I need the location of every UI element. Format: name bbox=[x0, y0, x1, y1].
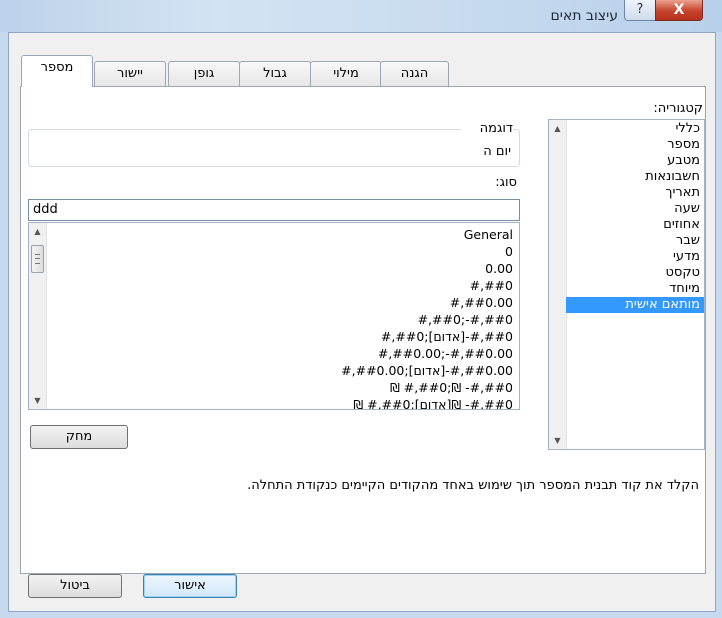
close-button[interactable]: X bbox=[655, 0, 703, 21]
format-item[interactable]: ₪ #,##0;₪ -#,##0 bbox=[46, 379, 519, 396]
category-scrollbar[interactable]: ▲ ▼ bbox=[549, 120, 567, 449]
category-listbox[interactable]: ▲ ▼ כללי מספר מטבע חשבונאות תאריך שעה אחוזים שב… bbox=[548, 119, 705, 450]
tab-border[interactable]: גבול bbox=[239, 61, 311, 86]
category-item[interactable]: חשבונאות bbox=[566, 169, 704, 185]
tab-fill[interactable]: מילוי bbox=[310, 61, 382, 86]
dialog-window: עיצוב תאים ? X מספר יישור גופן גבול מילו… bbox=[0, 0, 722, 618]
tab-protection[interactable]: הגנה bbox=[380, 61, 449, 86]
format-items: General 0 0.00 #,##0 #,##0.00 #,##0;-#,##0 #,#… bbox=[46, 226, 519, 409]
tab-font[interactable]: גופן bbox=[168, 61, 240, 86]
scroll-thumb[interactable] bbox=[31, 245, 44, 273]
delete-button[interactable]: מחק bbox=[30, 425, 128, 449]
category-item[interactable]: טקסט bbox=[566, 265, 704, 281]
ok-button[interactable]: אישור bbox=[143, 574, 237, 598]
type-input-value: ddd bbox=[33, 202, 58, 217]
format-item[interactable]: #,##0;[אדום]-#,##0 bbox=[46, 328, 519, 345]
category-item[interactable]: תאריך bbox=[566, 185, 704, 201]
format-item[interactable]: 0 bbox=[46, 243, 519, 260]
category-item[interactable]: מספר bbox=[566, 137, 704, 153]
category-item[interactable]: אחוזים bbox=[566, 217, 704, 233]
format-item[interactable]: #,##0;-#,##0 bbox=[46, 311, 519, 328]
format-scrollbar[interactable]: ▲ ▼ bbox=[29, 223, 47, 409]
tab-strip: מספר יישור גופן גבול מילוי הגנה bbox=[9, 55, 715, 87]
category-item[interactable]: כללי bbox=[566, 121, 704, 137]
dialog-title: עיצוב תאים bbox=[550, 8, 618, 24]
category-label: קטגוריה: bbox=[653, 101, 703, 116]
category-item[interactable]: מיוחד bbox=[566, 281, 704, 297]
dialog-client-area: מספר יישור גופן גבול מילוי הגנה קטגוריה:… bbox=[8, 32, 716, 612]
scroll-down-icon[interactable]: ▼ bbox=[29, 392, 46, 409]
type-input[interactable]: ddd bbox=[28, 199, 520, 221]
cancel-button[interactable]: ביטול bbox=[28, 574, 122, 598]
sample-value: יום ה bbox=[483, 144, 511, 159]
title-bar[interactable]: עיצוב תאים ? X bbox=[0, 0, 722, 32]
sample-label: דוגמה bbox=[461, 121, 513, 136]
format-item[interactable]: #,##0.00;-#,##0.00 bbox=[46, 345, 519, 362]
category-item[interactable]: מטבע bbox=[566, 153, 704, 169]
format-item[interactable]: General bbox=[46, 226, 519, 243]
type-label: סוג: bbox=[495, 175, 517, 190]
format-item[interactable]: #,##0.00 bbox=[46, 294, 519, 311]
format-item[interactable]: 0.00 bbox=[46, 260, 519, 277]
tab-number[interactable]: מספר bbox=[21, 55, 93, 87]
format-item[interactable]: #,##0.00;[אדום]-#,##0.00 bbox=[46, 362, 519, 379]
category-item[interactable]: מדעי bbox=[566, 249, 704, 265]
category-item[interactable]: שעה bbox=[566, 201, 704, 217]
format-item[interactable]: ₪ #,##0;[אדום]₪ -#,##0 bbox=[46, 396, 519, 409]
help-button[interactable]: ? bbox=[624, 0, 656, 21]
scroll-down-icon[interactable]: ▼ bbox=[549, 432, 566, 449]
format-item[interactable]: #,##0 bbox=[46, 277, 519, 294]
number-tab-panel: קטגוריה: ▲ ▼ כללי מספר מטבע חשבונאות תאריך שע… bbox=[20, 86, 706, 574]
hint-text: הקלד את קוד תבנית המספר תוך שימוש באחד מ… bbox=[247, 478, 699, 493]
scroll-up-icon[interactable]: ▲ bbox=[549, 120, 566, 137]
format-listbox[interactable]: ▲ ▼ General 0 0.00 #,##0 #,##0.00 #,##0;-#,##… bbox=[28, 222, 520, 410]
scroll-up-icon[interactable]: ▲ bbox=[29, 223, 46, 240]
category-items: כללי מספר מטבע חשבונאות תאריך שעה אחוזים שבר מדע… bbox=[566, 121, 704, 313]
tab-alignment[interactable]: יישור bbox=[94, 61, 166, 86]
category-item[interactable]: מותאם אישית bbox=[566, 297, 704, 313]
category-item[interactable]: שבר bbox=[566, 233, 704, 249]
